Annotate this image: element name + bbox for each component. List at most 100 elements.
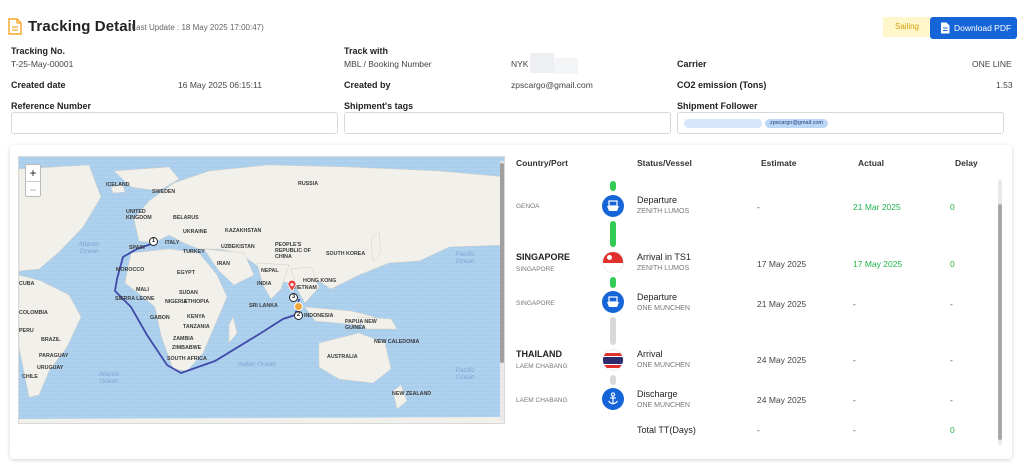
port-name: SINGAPORE	[516, 300, 555, 307]
estimate-date: 24 May 2025	[757, 395, 807, 405]
country-label: PEOPLE'S REPUBLIC OF CHINA	[275, 242, 311, 260]
redacted-block	[530, 53, 554, 73]
vessel-name: ONE MUNCHEN	[637, 402, 690, 409]
country-label: CUBA	[19, 281, 35, 287]
route-map[interactable]: ICELAND SWEDEN UNITED KINGDOM BELARUS UKRAIN…	[18, 156, 505, 424]
country-label: COLOMBIA	[19, 310, 48, 316]
col-country-port: Country/Port	[516, 158, 568, 168]
col-actual: Actual	[858, 158, 884, 168]
vessel-name: ZENITH LUMOS	[637, 208, 690, 215]
country-label: HONG KONG	[303, 278, 337, 284]
actual-date: 21 Mar 2025	[853, 202, 901, 212]
document-icon	[941, 22, 950, 34]
estimate-date: 17 May 2025	[757, 259, 807, 269]
country-label: SIERRA LEONE	[115, 296, 155, 302]
carrier-label: Carrier	[677, 59, 707, 69]
country-label: UZBEKISTAN	[221, 244, 255, 250]
shipment-tags-input[interactable]	[344, 112, 671, 134]
country-label: BRAZIL	[41, 337, 61, 343]
country-label: URUGUAY	[37, 365, 64, 371]
country-label: TURKEY	[183, 249, 205, 255]
country-name: THAILAND	[516, 349, 562, 359]
country-label: PAPUA NEW GUINEA	[345, 319, 377, 331]
created-date-value: 16 May 2025 06:15:11	[178, 80, 262, 90]
current-location-pin-icon[interactable]	[287, 280, 297, 292]
event-status: Arrival in TS1	[637, 252, 691, 262]
country-label: SWEDEN	[152, 189, 176, 195]
follower-tag[interactable]: zpscargo@gmail.com	[765, 119, 828, 128]
shipment-follower-label: Shipment Follower	[677, 101, 758, 111]
event-status: Discharge	[637, 389, 678, 399]
table-scrollbar[interactable]	[998, 180, 1002, 445]
port-marker-1[interactable]: 1	[149, 237, 158, 246]
country-label: AUSTRALIA	[327, 354, 358, 360]
total-estimate: -	[757, 425, 760, 435]
ship-icon	[602, 291, 624, 313]
port-name: LAEM CHABANG	[516, 363, 568, 370]
ocean-label: Pacific Ocean	[455, 367, 475, 381]
country-label: ICELAND	[106, 182, 130, 188]
actual-date: -	[853, 355, 856, 365]
country-label: ITALY	[165, 240, 180, 246]
ocean-label: Atlantic Ocean	[78, 241, 100, 255]
thailand-flag-icon	[602, 349, 624, 371]
zoom-out-button[interactable]: −	[26, 181, 40, 197]
port-marker-2[interactable]: 2	[294, 311, 303, 320]
track-with-label: Track with	[344, 46, 389, 56]
download-pdf-label: Download PDF	[954, 23, 1012, 33]
destination-dot[interactable]	[294, 302, 303, 311]
timeline-segment	[610, 375, 616, 385]
country-label: TANZANIA	[183, 324, 210, 330]
country-label: MOROCCO	[116, 267, 145, 273]
country-label: MALI	[136, 287, 149, 293]
estimate-date: 21 May 2025	[757, 299, 807, 309]
port-name: GENOA	[516, 203, 540, 210]
total-actual: -	[853, 425, 856, 435]
download-pdf-button[interactable]: Download PDF	[930, 17, 1017, 39]
page-header: Tracking Detail (Last Update : 18 May 20…	[8, 14, 1018, 44]
marker-label: 2	[296, 312, 301, 318]
country-label: NEW CALEDONIA	[374, 339, 420, 345]
map-scrollbar-thumb[interactable]	[500, 163, 504, 363]
ocean-label: Pacific Ocean	[455, 251, 475, 265]
timeline-segment	[610, 181, 616, 191]
country-label: ETHIOPIA	[184, 299, 210, 305]
country-label: NEW ZEALAND	[392, 391, 432, 397]
delay-value: 0	[950, 259, 955, 269]
timeline-segment	[610, 317, 616, 345]
reference-number-input[interactable]	[11, 112, 338, 134]
created-date-label: Created date	[11, 80, 66, 90]
col-delay: Delay	[955, 158, 978, 168]
port-marker-3[interactable]: 3	[289, 293, 298, 302]
port-name: SINGAPORE	[516, 266, 555, 273]
country-label: RUSSIA	[298, 181, 319, 187]
map-scrollbar[interactable]	[500, 161, 504, 421]
shipment-tags-label: Shipment's tags	[344, 101, 414, 111]
carrier-value: ONE LINE	[972, 59, 1012, 69]
country-label: SUDAN	[179, 290, 198, 296]
singapore-flag-icon	[602, 251, 624, 273]
event-status: Departure	[637, 195, 678, 205]
anchor-icon	[602, 388, 624, 410]
country-label: CHILE	[22, 374, 38, 380]
country-label: ZAMBIA	[173, 336, 194, 342]
status-badge: Sailing	[883, 17, 931, 37]
table-scrollbar-thumb[interactable]	[998, 204, 1002, 440]
delay-value: -	[950, 299, 953, 309]
country-label: BELARUS	[173, 215, 199, 221]
zoom-in-button[interactable]: +	[26, 165, 40, 181]
delay-value: -	[950, 395, 953, 405]
country-label: PERU	[19, 328, 34, 334]
country-label: UNITED KINGDOM	[126, 209, 152, 221]
col-estimate: Estimate	[761, 158, 797, 168]
actual-date: 17 May 2025	[853, 259, 903, 269]
track-with-type: MBL / Booking Number	[344, 59, 432, 69]
actual-date: -	[853, 395, 856, 405]
track-with-value: NYK	[511, 59, 529, 69]
country-label: UKRAINE	[183, 229, 208, 235]
reference-number-label: Reference Number	[11, 101, 92, 111]
delay-value: -	[950, 355, 953, 365]
shipment-follower-input[interactable]: zpscargo@gmail.com	[677, 112, 1004, 134]
country-label: SRI LANKA	[249, 303, 278, 309]
marker-label: 1	[151, 238, 156, 244]
